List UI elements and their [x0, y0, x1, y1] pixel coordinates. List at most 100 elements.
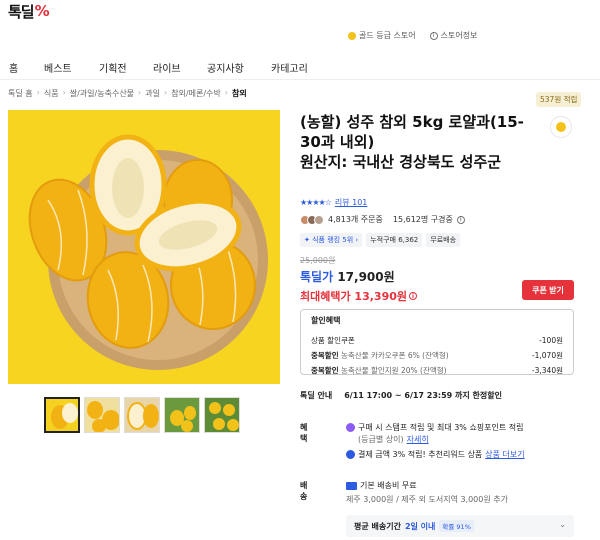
shipping-label: 배송: [300, 481, 308, 501]
thumbnail[interactable]: [44, 397, 80, 433]
benefit-line-stamp: 구매 시 스탬프 적립 및 최대 3% 쇼핑포인트 적립: [346, 422, 524, 433]
thumbnail-image: [85, 398, 119, 432]
thumbnail[interactable]: [124, 397, 160, 433]
sale-info-value: 6/11 17:00 ~ 6/17 23:59 까지 한정할인: [344, 391, 502, 400]
purchase-count-tag: 누적구매 6,362: [366, 233, 423, 247]
grade-store-link[interactable]: 골드 등급 스토어: [348, 30, 416, 41]
coin-icon: [348, 31, 356, 40]
thumbnail-image: [125, 398, 159, 432]
discount-desc: 농축산물 카카오쿠폰 6% (잔액형): [341, 351, 449, 360]
shipping-fee-text: 기본 배송비 무료: [360, 481, 417, 490]
discount-value: -100원: [539, 336, 563, 345]
store-info-text: 스토어정보: [440, 31, 478, 40]
truck-icon: [346, 481, 357, 490]
price-row: 톡딜가 17,900원: [300, 268, 395, 285]
store-info-link[interactable]: i 스토어정보: [429, 30, 478, 41]
order-count: 4,813개 주문중: [328, 215, 383, 224]
thumbnail[interactable]: [84, 397, 120, 433]
thumbnail-image: [46, 399, 78, 431]
benefit-detail-link[interactable]: 자세히: [407, 434, 429, 445]
nav-best[interactable]: 베스트: [44, 60, 72, 75]
breadcrumb-item[interactable]: 식품: [44, 88, 59, 99]
benefit-line-stamp-2: (등급별 상이) 자세히: [358, 434, 429, 445]
ranking-tag[interactable]: ✦ 식품 랭킹 5위 ›: [300, 233, 363, 247]
sale-info: 톡딜 안내 6/11 17:00 ~ 6/17 23:59 까지 한정할인: [300, 390, 502, 401]
stats-row: 4,813개 주문중 15,612명 구경중 i: [300, 214, 465, 225]
reward-coin-icon[interactable]: [550, 116, 572, 138]
avg-delivery-label: 평균 배송기간: [354, 521, 401, 531]
product-tags: ✦ 식품 랭킹 5위 › 누적구매 6,362 무료배송: [300, 233, 461, 247]
breadcrumb-item[interactable]: 참외/메론/수박: [171, 88, 221, 99]
breadcrumb-current: 참외: [231, 89, 247, 98]
info-icon[interactable]: i: [409, 292, 417, 300]
avg-delivery-value: 2일 이내: [404, 521, 436, 531]
price-value: 17,900원: [337, 270, 395, 284]
info-icon[interactable]: i: [456, 215, 465, 224]
discount-title: 할인혜택: [311, 316, 341, 325]
viewer-count: 15,612명 구경중: [392, 215, 453, 224]
discount-value: -3,340원: [531, 366, 563, 375]
benefit-line1b-text: (등급별 상이): [358, 435, 404, 444]
reward-icon: [346, 450, 355, 459]
thumbnail-list: [44, 397, 240, 433]
chevron-down-icon: ⌄: [559, 520, 566, 529]
product-title: (농할) 성주 참외 5kg 로얄과(15-30과 내외) 원산지: 국내산 경…: [300, 112, 540, 172]
max-benefit-price: 최대혜택가 13,390원 i: [300, 288, 417, 304]
store-links: 골드 등급 스토어 i 스토어정보: [348, 30, 477, 41]
product-title-text: (농할) 성주 참외 5kg 로얄과(15-30과 내외) 원산지: 국내산 경…: [300, 113, 524, 171]
price-label: 톡딜가: [300, 270, 334, 284]
sale-info-label: 톡딜 안내: [300, 391, 333, 400]
discount-label: 상품 할인쿠폰: [311, 336, 355, 345]
free-shipping-tag: 무료배송: [426, 233, 461, 247]
melon-photo: [8, 110, 280, 384]
max-benefit-text: 최대혜택가 13,390원: [300, 290, 407, 303]
discount-row: 상품 할인쿠폰 -100원: [311, 335, 563, 346]
logo-mark: %: [34, 2, 50, 20]
rating-row: ★★★★☆ 리뷰 101: [300, 197, 367, 208]
shipping-line1: 기본 배송비 무료: [346, 480, 417, 491]
discount-row: 중복할인 농축산물 카카오쿠폰 6% (잔액형) -1,070원: [311, 350, 563, 361]
buyer-avatars: [300, 214, 324, 225]
discount-label: 중복할인: [311, 366, 339, 375]
thumbnail[interactable]: [204, 397, 240, 433]
top-bar: 톡딜 %: [0, 0, 600, 22]
coupon-button[interactable]: 쿠폰 받기: [522, 280, 574, 300]
nav-notice[interactable]: 공지사항: [207, 60, 244, 75]
breadcrumb: 톡딜 홈 › 식품 › 쌀/과일/농축수산물 › 과일 › 참외/메론/수박 › 참외: [8, 88, 247, 99]
breadcrumb-item[interactable]: 톡딜 홈: [8, 88, 33, 99]
logo[interactable]: 톡딜 %: [8, 1, 50, 22]
avg-delivery-box[interactable]: 평균 배송기간 2일 이내 확률 91% ⌄: [346, 515, 574, 537]
info-icon: i: [429, 31, 438, 40]
review-link[interactable]: 리뷰 101: [335, 197, 368, 208]
thumbnail[interactable]: [164, 397, 200, 433]
nav-live[interactable]: 라이브: [153, 60, 181, 75]
nav-home[interactable]: 홈: [9, 60, 18, 75]
stamp-icon: [346, 423, 355, 432]
reward-badge: 537원 적립: [536, 92, 582, 107]
avg-delivery-tag: 확률 91%: [439, 520, 474, 532]
shipping-extra-text: 제주 3,000원 / 제주 외 도서지역 3,000원 추가: [346, 495, 508, 504]
nav-category[interactable]: 카테고리: [271, 60, 308, 75]
benefit-line-reward: 결제 금액 3% 적립! 추천리워드 상품 상품 더보기: [346, 449, 525, 460]
discount-desc: 농축산물 할인지원 20% (잔액형): [341, 366, 447, 375]
benefit-line1-text: 구매 시 스탬프 적립 및 최대 3% 쇼핑포인트 적립: [358, 423, 524, 432]
discount-box: 할인혜택 상품 할인쿠폰 -100원 중복할인 농축산물 카카오쿠폰 6% (잔…: [300, 309, 574, 375]
shipping-line2: 제주 3,000원 / 제주 외 도서지역 3,000원 추가: [346, 494, 508, 505]
logo-text: 톡딜: [8, 2, 35, 21]
breadcrumb-item[interactable]: 과일: [145, 88, 160, 99]
more-products-link[interactable]: 상품 더보기: [485, 449, 524, 460]
grade-text: 골드 등급 스토어: [359, 31, 416, 40]
discount-value: -1,070원: [531, 351, 563, 360]
nav-exhibition[interactable]: 기획전: [99, 60, 127, 75]
main-nav: 홈 베스트 기획전 라이브 공지사항 카테고리: [0, 54, 600, 80]
avatar: [314, 214, 324, 225]
discount-row: 중복할인 농축산물 할인지원 20% (잔액형) -3,340원: [311, 365, 563, 376]
ranking-tag-text: 식품 랭킹 5위: [312, 236, 354, 244]
thumbnail-image: [205, 398, 239, 432]
benefit-label: 혜택: [300, 423, 308, 443]
benefit-line2-text: 결제 금액 3% 적립! 추천리워드 상품: [358, 450, 483, 459]
product-main-image[interactable]: [8, 110, 280, 384]
original-price: 25,000원: [300, 256, 336, 265]
breadcrumb-item[interactable]: 쌀/과일/농축수산물: [70, 88, 134, 99]
thumbnail-image: [165, 398, 199, 432]
